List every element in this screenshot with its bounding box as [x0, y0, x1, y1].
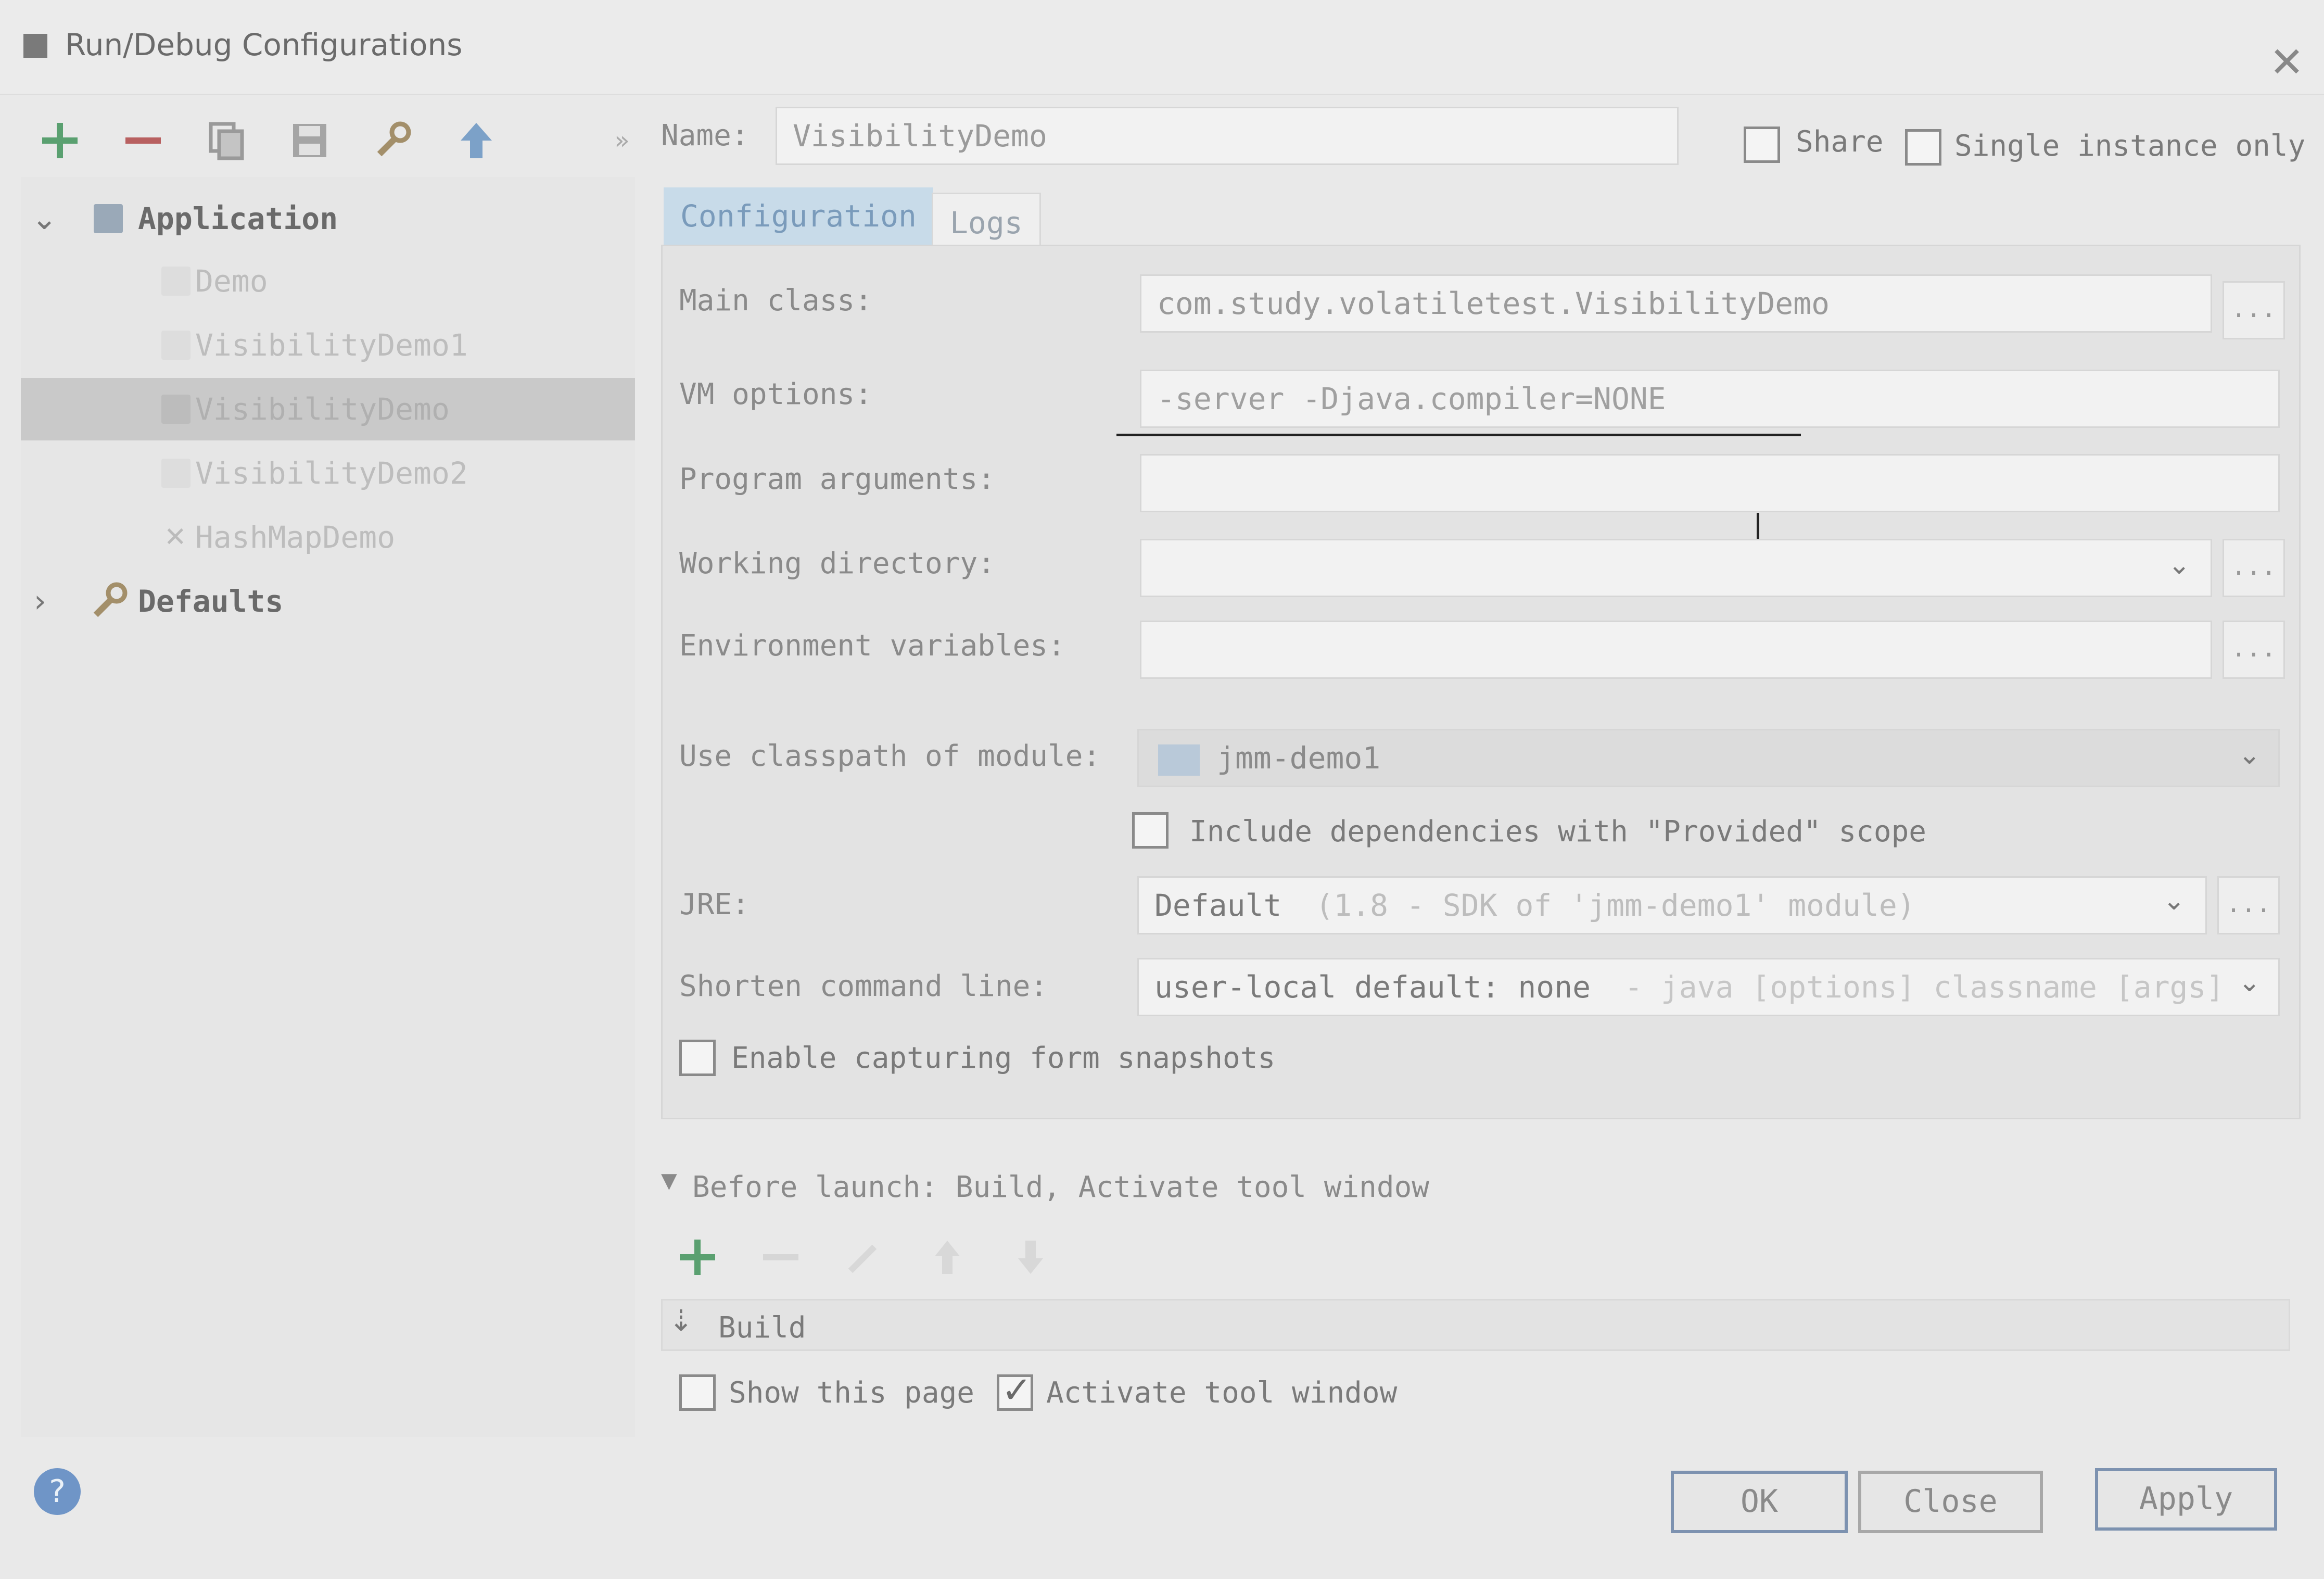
shorten-command-line-dropdown[interactable]: user-local default: none - java [options… — [1137, 958, 2280, 1016]
tree-defaults-label: Defaults — [138, 584, 284, 619]
single-instance-label: Single instance only — [1954, 129, 2306, 163]
share-label: Share — [1796, 125, 1884, 159]
build-list-item[interactable]: Build — [718, 1311, 806, 1345]
chevron-down-icon[interactable]: ⌄ — [2238, 967, 2261, 998]
tree-item-label: VisibilityDemo — [195, 391, 450, 427]
jre-browse-button[interactable]: ... — [2217, 876, 2280, 934]
wrench-icon — [93, 582, 128, 617]
tree-item-hashmapdemo[interactable]: ✕ HashMapDemo — [21, 506, 635, 569]
jre-dropdown[interactable]: Default (1.8 - SDK of 'jmm-demo1' module… — [1137, 876, 2207, 934]
main-class-field[interactable]: com.study.volatiletest.VisibilityDemo — [1140, 274, 2212, 333]
name-label: Name: — [661, 119, 749, 153]
arrow-up-icon[interactable] — [926, 1236, 968, 1278]
edit-icon[interactable] — [843, 1236, 885, 1278]
tree-item-label: VisibilityDemo2 — [195, 456, 468, 491]
title-bar: Run/Debug Configurations ✕ — [0, 0, 2324, 95]
close-icon[interactable]: ✕ — [2269, 42, 2304, 83]
jre-value: Default — [1154, 888, 1282, 923]
jre-label: JRE: — [679, 888, 750, 921]
program-arguments-label: Program arguments: — [679, 462, 995, 496]
save-icon[interactable] — [281, 112, 338, 169]
shorten-value: user-local default: none — [1154, 969, 1591, 1005]
jre-hint: (1.8 - SDK of 'jmm-demo1' module) — [1315, 888, 1915, 923]
toolbar-overflow[interactable]: » — [593, 112, 651, 169]
classpath-module-label: Use classpath of module: — [679, 739, 1101, 773]
activate-tool-window-checkbox[interactable] — [997, 1369, 1033, 1411]
vm-options-field[interactable]: -server -Djava.compiler=NONE — [1140, 370, 2280, 428]
chevron-down-icon[interactable]: ⌄ — [2163, 885, 2186, 916]
program-arguments-field[interactable] — [1140, 454, 2280, 512]
enable-snapshots-label: Enable capturing form snapshots — [731, 1041, 1276, 1075]
copy-icon[interactable] — [198, 112, 255, 169]
chevron-down-icon[interactable]: ⌄ — [2168, 549, 2191, 580]
arrow-up-icon[interactable] — [448, 112, 505, 169]
apply-button[interactable]: Apply — [2095, 1468, 2277, 1531]
chevron-down-icon[interactable]: ⌄ — [31, 200, 57, 237]
tree-item-label: Demo — [195, 263, 268, 299]
working-directory-browse-button[interactable]: ... — [2223, 539, 2285, 597]
tree-item-label: HashMapDemo — [195, 520, 396, 555]
show-page-checkbox[interactable] — [679, 1374, 716, 1411]
tab-logs[interactable]: Logs — [932, 193, 1041, 250]
dialog-title: Run/Debug Configurations — [65, 27, 463, 62]
module-folder-icon — [1158, 744, 1200, 776]
tab-configuration[interactable]: Configuration — [664, 187, 933, 245]
tree-item-visibilitydemo2[interactable]: VisibilityDemo2 — [21, 442, 635, 504]
class-icon — [161, 459, 191, 488]
arrow-down-icon[interactable] — [1010, 1236, 1051, 1278]
tree-item-demo[interactable]: Demo — [21, 250, 635, 312]
vm-options-label: VM options: — [679, 377, 872, 411]
environment-variables-field[interactable] — [1140, 621, 2212, 679]
build-icon: ⇣ — [669, 1304, 693, 1338]
tree-item-visibilitydemo[interactable]: VisibilityDemo — [21, 378, 635, 440]
include-dependencies-label: Include dependencies with "Provided" sco… — [1189, 815, 1927, 849]
main-class-label: Main class: — [679, 284, 872, 318]
before-launch-header[interactable]: Before launch: Build, Activate tool wind… — [692, 1170, 1429, 1204]
chevron-right-icon[interactable]: › — [34, 583, 46, 620]
environment-variables-browse-button[interactable]: ... — [2223, 621, 2285, 679]
error-x-icon: ✕ — [164, 522, 187, 553]
shorten-hint: - java [options] classname [args] — [1624, 969, 2225, 1005]
tree-node-application[interactable]: ⌄ Application — [21, 187, 635, 250]
classpath-module-dropdown[interactable]: jmm-demo1 — [1137, 729, 2280, 787]
ok-button[interactable]: OK — [1671, 1471, 1848, 1533]
include-dependencies-checkbox[interactable] — [1132, 812, 1169, 849]
activate-tool-window-label: Activate tool window — [1046, 1376, 1398, 1410]
class-icon — [161, 395, 191, 424]
working-directory-label: Working directory: — [679, 547, 995, 580]
tree-item-visibilitydemo1[interactable]: VisibilityDemo1 — [21, 314, 635, 376]
plus-icon[interactable] — [31, 112, 88, 169]
class-icon — [161, 331, 191, 360]
wrench-icon[interactable] — [364, 112, 422, 169]
minus-icon[interactable] — [115, 112, 172, 169]
name-field[interactable]: VisibilityDemo — [776, 107, 1679, 165]
tree-application-label: Application — [138, 201, 338, 236]
class-icon — [161, 267, 191, 296]
single-instance-checkbox[interactable] — [1905, 129, 1941, 166]
dialog-app-icon — [23, 34, 47, 58]
run-debug-dialog: Run/Debug Configurations ✕ » ⌄ Applicati… — [0, 0, 2324, 1579]
chevron-down-icon[interactable]: ⌄ — [2238, 739, 2261, 770]
enable-snapshots-checkbox[interactable] — [679, 1040, 716, 1076]
working-directory-field[interactable] — [1140, 539, 2212, 597]
show-page-label: Show this page — [729, 1376, 975, 1410]
shorten-command-line-label: Shorten command line: — [679, 969, 1048, 1003]
environment-variables-label: Environment variables: — [679, 629, 1065, 663]
application-icon — [94, 204, 123, 233]
minus-icon[interactable] — [760, 1236, 802, 1278]
vm-options-underline — [1116, 434, 1801, 436]
main-class-browse-button[interactable]: ... — [2223, 281, 2285, 339]
tree-node-defaults[interactable]: › Defaults — [21, 570, 635, 633]
config-tree: ⌄ Application Demo VisibilityDemo1 Visib… — [21, 177, 635, 1437]
tree-item-label: VisibilityDemo1 — [195, 327, 468, 363]
plus-icon[interactable] — [677, 1236, 718, 1278]
help-icon[interactable]: ? — [34, 1468, 81, 1515]
triangle-down-icon[interactable]: ▼ — [661, 1169, 677, 1193]
share-checkbox[interactable] — [1744, 127, 1780, 163]
before-launch-list — [661, 1299, 2290, 1351]
close-button[interactable]: Close — [1858, 1471, 2043, 1533]
